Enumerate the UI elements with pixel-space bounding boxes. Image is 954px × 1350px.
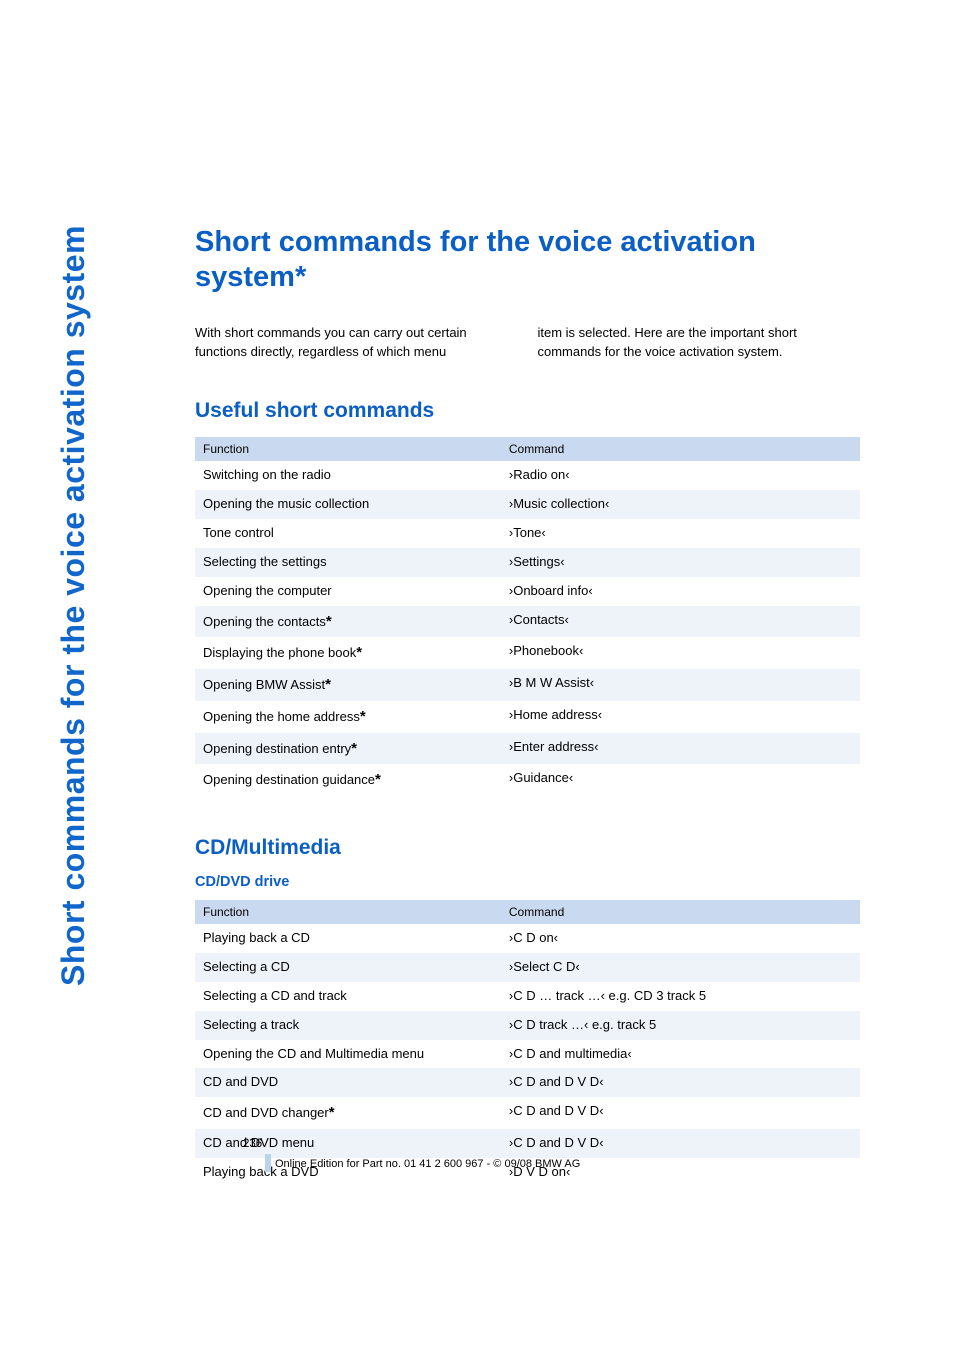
col-command: Command [501,437,860,461]
footer: 236 Online Edition for Part no. 01 41 2 … [195,1138,860,1170]
page-number: 236 [243,1138,860,1150]
function-cell: Displaying the phone book* [195,637,501,669]
command-cell: ›Phonebook‹ [501,637,860,669]
command-cell: ›Radio on‹ [501,461,860,490]
section-cd-heading: CD/Multimedia [195,836,860,860]
function-cell: Opening the home address* [195,701,501,733]
table-row: Selecting the settings›Settings‹ [195,548,860,577]
useful-commands-body: Switching on the radio›Radio on‹Opening … [195,461,860,796]
function-cell: Opening the computer [195,577,501,606]
asterisk-icon: * [360,708,366,725]
col-function: Function [195,900,501,924]
function-cell: Opening BMW Assist* [195,669,501,701]
command-cell: ›Enter address‹ [501,733,860,765]
table-row: Opening the contacts*›Contacts‹ [195,606,860,638]
function-cell: Switching on the radio [195,461,501,490]
function-cell: Opening destination guidance* [195,764,501,796]
table-row: Playing back a CD›C D on‹ [195,924,860,953]
sub-cddvd-heading: CD/DVD drive [195,874,860,890]
command-cell: ›Tone‹ [501,519,860,548]
table-row: Selecting a CD›Select C D‹ [195,953,860,982]
asterisk-icon: * [351,740,357,757]
table-row: CD and DVD changer*›C D and D V D‹ [195,1097,860,1129]
intro-text: With short commands you can carry out ce… [195,324,860,362]
function-cell: Selecting a CD [195,953,501,982]
asterisk-icon: * [356,644,362,661]
table-row: Opening destination entry*›Enter address… [195,733,860,765]
table-row: Opening the computer›Onboard info‹ [195,577,860,606]
intro-right: item is selected. Here are the important… [538,324,861,362]
intro-left: With short commands you can carry out ce… [195,324,518,362]
command-cell: ›Contacts‹ [501,606,860,638]
command-cell: ›Select C D‹ [501,953,860,982]
col-command: Command [501,900,860,924]
table-row: Opening BMW Assist*›B M W Assist‹ [195,669,860,701]
asterisk-icon: * [329,1104,335,1121]
command-cell: ›C D track …‹ e.g. track 5 [501,1011,860,1040]
table-row: Opening the home address*›Home address‹ [195,701,860,733]
table-row: Selecting a CD and track›C D … track …‹ … [195,982,860,1011]
function-cell: Opening the contacts* [195,606,501,638]
section-useful-heading: Useful short commands [195,399,860,423]
table-row: Tone control›Tone‹ [195,519,860,548]
function-cell: Opening the CD and Multimedia menu [195,1040,501,1069]
page-title: Short commands for the voice activation … [195,225,860,296]
table-row: CD and DVD›C D and D V D‹ [195,1068,860,1097]
page: Short commands for the voice activation … [0,0,954,1350]
function-cell: Playing back a CD [195,924,501,953]
col-function: Function [195,437,501,461]
table-row: Opening the music collection›Music colle… [195,490,860,519]
function-cell: Selecting the settings [195,548,501,577]
asterisk-icon: * [325,676,331,693]
table-row: Switching on the radio›Radio on‹ [195,461,860,490]
command-cell: ›Music collection‹ [501,490,860,519]
table-row: Opening destination guidance*›Guidance‹ [195,764,860,796]
command-cell: ›C D and D V D‹ [501,1068,860,1097]
function-cell: Selecting a track [195,1011,501,1040]
asterisk-icon: * [375,771,381,788]
asterisk-icon: * [326,613,332,630]
command-cell: ›Guidance‹ [501,764,860,796]
footer-line: Online Edition for Part no. 01 41 2 600 … [275,1158,860,1170]
command-cell: ›Home address‹ [501,701,860,733]
function-cell: Selecting a CD and track [195,982,501,1011]
side-tab-label: Short commands for the voice activation … [55,225,92,986]
useful-commands-table: Function Command Switching on the radio›… [195,437,860,796]
command-cell: ›C D on‹ [501,924,860,953]
content-area: Short commands for the voice activation … [195,225,860,1227]
command-cell: ›C D and D V D‹ [501,1097,860,1129]
command-cell: ›B M W Assist‹ [501,669,860,701]
function-cell: Opening destination entry* [195,733,501,765]
table-row: Displaying the phone book*›Phonebook‹ [195,637,860,669]
command-cell: ›C D and multimedia‹ [501,1040,860,1069]
table-row: Selecting a track›C D track …‹ e.g. trac… [195,1011,860,1040]
command-cell: ›C D … track …‹ e.g. CD 3 track 5 [501,982,860,1011]
function-cell: Opening the music collection [195,490,501,519]
table-row: Opening the CD and Multimedia menu›C D a… [195,1040,860,1069]
function-cell: CD and DVD changer* [195,1097,501,1129]
function-cell: CD and DVD [195,1068,501,1097]
footer-mark [265,1154,271,1172]
function-cell: Tone control [195,519,501,548]
command-cell: ›Settings‹ [501,548,860,577]
command-cell: ›Onboard info‹ [501,577,860,606]
